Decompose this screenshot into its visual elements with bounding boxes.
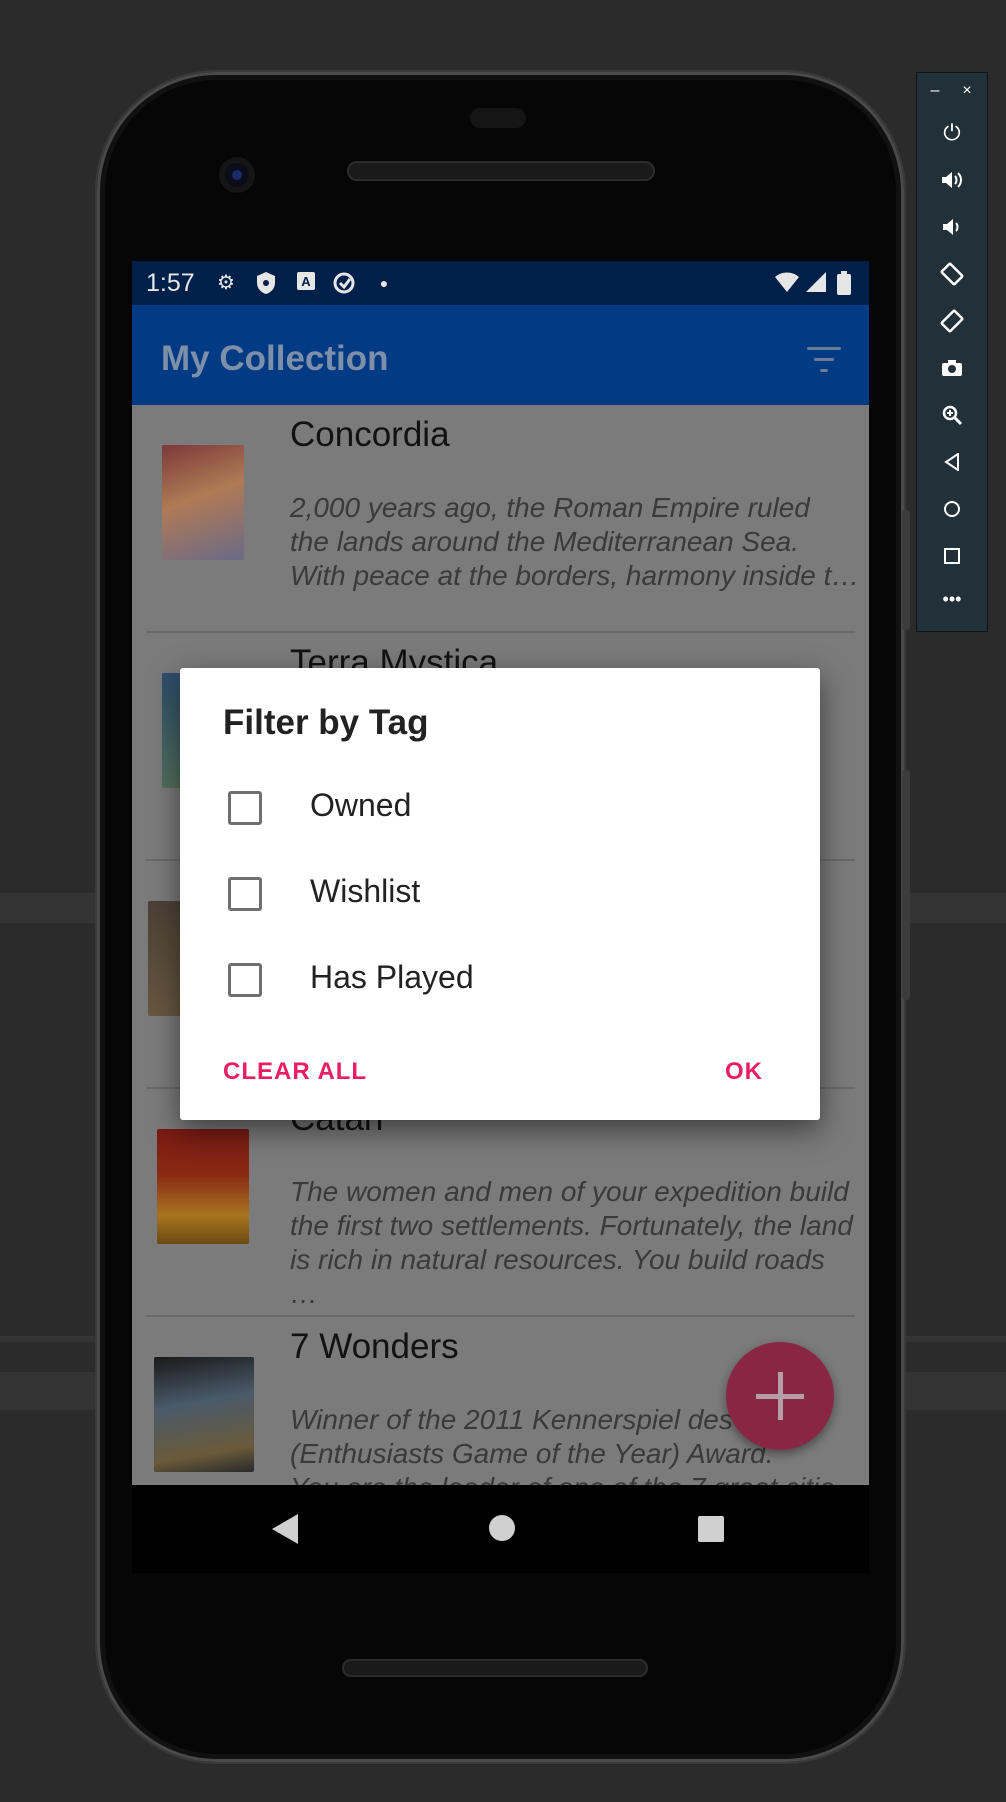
rotate-right-icon[interactable] <box>927 303 977 339</box>
option-label: Wishlist <box>310 873 421 909</box>
filter-icon[interactable] <box>807 347 843 375</box>
overview-icon[interactable] <box>927 538 977 574</box>
emulator-toolbar: – × ⏻ ••• <box>916 72 988 632</box>
home-nav-icon[interactable] <box>486 1512 518 1544</box>
a-icon: A <box>294 271 318 295</box>
list-item[interactable]: Concordia 2,000 years ago, the Roman Emp… <box>132 405 869 633</box>
status-bar: 1:57 ⚙ A ● <box>132 261 869 305</box>
filter-option-has-played[interactable]: Has Played <box>180 944 820 1014</box>
volume-up-icon[interactable] <box>927 162 977 198</box>
rotate-left-icon[interactable] <box>927 256 977 292</box>
option-label: Owned <box>310 787 412 823</box>
game-cover-image <box>162 445 244 560</box>
dialog-title: Filter by Tag <box>223 703 429 742</box>
owned-checkbox[interactable] <box>228 791 262 825</box>
power-icon[interactable]: ⏻ <box>927 115 977 151</box>
item-description: 2,000 years ago, the Roman Empire ruled … <box>290 492 860 591</box>
more-icon[interactable]: ••• <box>927 581 977 617</box>
top-speaker <box>347 161 655 181</box>
svg-text:A: A <box>301 274 311 289</box>
item-title: 7 Wonders <box>290 1327 459 1366</box>
wifi-icon <box>774 271 799 295</box>
proximity-sensor <box>470 108 526 128</box>
add-game-fab[interactable] <box>726 1342 834 1450</box>
filter-dialog: Filter by Tag Owned Wishlist Has Played … <box>180 668 820 1120</box>
minimize-icon[interactable]: – <box>921 73 949 109</box>
battery-icon <box>832 271 856 295</box>
game-cover-image <box>154 1357 254 1472</box>
has-played-checkbox[interactable] <box>228 963 262 997</box>
back-nav-icon[interactable] <box>270 1513 300 1545</box>
item-description: The women and men of your expedition bui… <box>290 1176 853 1309</box>
dot-icon: ● <box>379 275 389 291</box>
home-icon[interactable] <box>927 491 977 527</box>
list-item[interactable]: Catan The women and men of your expediti… <box>132 1089 869 1317</box>
clear-all-button[interactable]: CLEAR ALL <box>223 1058 367 1086</box>
shield-icon <box>254 271 278 295</box>
volume-down-icon[interactable] <box>927 209 977 245</box>
sync-icon <box>332 271 356 295</box>
gear-icon: ⚙ <box>217 272 235 294</box>
phone-side-button <box>902 770 910 1000</box>
app-title: My Collection <box>161 339 389 378</box>
status-time: 1:57 <box>146 269 195 297</box>
app-bar: My Collection <box>132 305 869 405</box>
filter-option-owned[interactable]: Owned <box>180 772 820 842</box>
close-icon[interactable]: × <box>953 73 981 109</box>
navigation-bar <box>132 1485 869 1573</box>
phone-side-button <box>902 510 910 630</box>
option-label: Has Played <box>310 959 474 995</box>
zoom-icon[interactable] <box>927 397 977 433</box>
recents-nav-icon[interactable] <box>697 1515 725 1543</box>
front-camera <box>219 157 255 193</box>
signal-icon <box>804 271 828 295</box>
bottom-speaker <box>342 1659 648 1677</box>
camera-icon[interactable] <box>927 350 977 386</box>
back-icon[interactable] <box>927 444 977 480</box>
item-title: Concordia <box>290 415 450 454</box>
filter-option-wishlist[interactable]: Wishlist <box>180 858 820 928</box>
wishlist-checkbox[interactable] <box>228 877 262 911</box>
ok-button[interactable]: OK <box>725 1058 763 1086</box>
game-cover-image <box>157 1129 249 1244</box>
